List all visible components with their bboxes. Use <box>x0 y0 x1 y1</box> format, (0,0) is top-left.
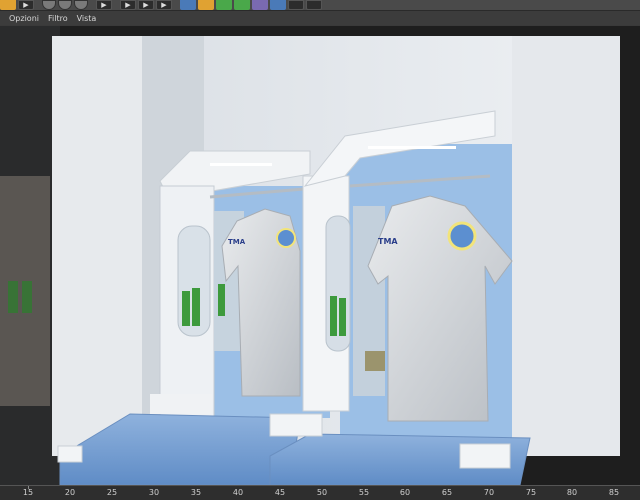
bottle <box>182 291 190 326</box>
drain-box <box>57 445 83 463</box>
deformer-icon[interactable] <box>234 0 250 10</box>
divider-window <box>325 215 351 352</box>
timeline-tick: 85 <box>608 488 620 497</box>
play-icon[interactable]: ▶ <box>120 0 136 10</box>
timeline-tick: 35 <box>190 488 202 497</box>
timeline-tick: 15 <box>22 488 34 497</box>
timeline-tick: 30 <box>148 488 160 497</box>
menu-filtro[interactable]: Filtro <box>48 14 68 23</box>
camera-icon[interactable] <box>288 0 304 10</box>
menu-opzioni[interactable]: Opzioni <box>9 14 39 23</box>
generator-icon[interactable] <box>216 0 232 10</box>
timeline-tick: 20 <box>64 488 76 497</box>
bottle <box>330 296 337 336</box>
menu-vista[interactable]: Vista <box>77 14 97 23</box>
bottle <box>339 298 346 336</box>
play-icon[interactable]: ▶ <box>96 0 112 10</box>
light-icon[interactable] <box>306 0 322 10</box>
timeline-tick: 25 <box>106 488 118 497</box>
timeline-ruler[interactable]: 15 20 25 30 35 40 45 50 55 60 65 70 75 8… <box>0 485 640 500</box>
shirt-emblem <box>276 228 296 248</box>
locker-light-strip <box>368 146 456 149</box>
drain-box <box>269 413 323 437</box>
timeline-tick: 45 <box>274 488 286 497</box>
rendered-scene: TMA TMA <box>0 26 620 485</box>
timeline-tick: 80 <box>566 488 578 497</box>
shirt-logo: TMA <box>378 237 398 246</box>
timeline-tick: 75 <box>525 488 537 497</box>
render-viewport[interactable]: TMA TMA <box>0 26 640 485</box>
play-icon[interactable]: ▶ <box>156 0 172 10</box>
timeline-tick: 40 <box>232 488 244 497</box>
timeline-tick: 50 <box>316 488 328 497</box>
left-locker-ghost-bottle <box>22 281 32 313</box>
timeline-tick: 65 <box>441 488 453 497</box>
bottle <box>192 288 200 326</box>
spline-icon[interactable] <box>198 0 214 10</box>
bench-base <box>150 394 212 414</box>
timeline-tick: 55 <box>358 488 370 497</box>
bottle <box>218 284 225 316</box>
shirt-emblem <box>447 221 477 251</box>
timeline-tick: 70 <box>483 488 495 497</box>
view-circle-icon[interactable] <box>58 0 72 10</box>
floor-objects <box>365 351 385 371</box>
play-icon[interactable]: ▶ <box>138 0 154 10</box>
scene-icon[interactable] <box>252 0 268 10</box>
drain-box <box>459 443 511 469</box>
shirt-logo: TMA <box>228 238 246 246</box>
viewport-menubar: Opzioni Filtro Vista <box>0 11 640 25</box>
wall-column <box>52 36 142 456</box>
floor-icon[interactable] <box>270 0 286 10</box>
cube-icon[interactable] <box>180 0 196 10</box>
right-wall <box>512 36 620 456</box>
view-circle-icon[interactable] <box>74 0 88 10</box>
render-icon[interactable] <box>0 0 16 10</box>
timeline-tick: 60 <box>399 488 411 497</box>
view-circle-icon[interactable] <box>42 0 56 10</box>
left-locker-ghost-bottle <box>8 281 18 313</box>
main-toolbar: ▶ ▶ ▶ ▶ ▶ <box>0 0 640 11</box>
play-icon[interactable]: ▶ <box>18 0 34 10</box>
locker-light-strip <box>210 163 272 166</box>
